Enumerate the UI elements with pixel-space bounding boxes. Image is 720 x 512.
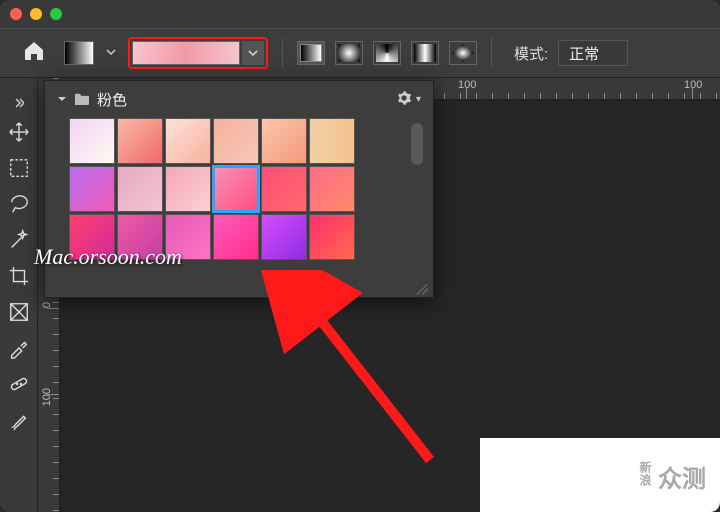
gradient-swatch[interactable] bbox=[213, 214, 259, 260]
tool-preset-preview[interactable] bbox=[64, 41, 94, 65]
minimize-window-button[interactable] bbox=[30, 8, 42, 20]
home-button[interactable] bbox=[14, 35, 54, 72]
gradient-swatch[interactable] bbox=[213, 118, 259, 164]
gradient-swatch[interactable] bbox=[261, 166, 307, 212]
folder-icon bbox=[73, 91, 91, 109]
healing-tool[interactable] bbox=[5, 370, 33, 398]
gradient-swatch[interactable] bbox=[117, 166, 163, 212]
panel-menu-button[interactable]: ▾ bbox=[396, 90, 421, 110]
crop-icon bbox=[8, 265, 30, 287]
gradient-picker-button[interactable] bbox=[128, 37, 268, 69]
window-traffic-lights bbox=[10, 8, 62, 20]
chevron-right-icon bbox=[14, 98, 24, 108]
close-window-button[interactable] bbox=[10, 8, 22, 20]
folder-collapse-toggle[interactable] bbox=[57, 91, 67, 108]
frame-tool[interactable] bbox=[5, 298, 33, 326]
gradient-swatch[interactable] bbox=[117, 118, 163, 164]
brush-tool[interactable] bbox=[5, 406, 33, 434]
frame-icon bbox=[8, 301, 30, 323]
crop-tool[interactable] bbox=[5, 262, 33, 290]
move-icon bbox=[8, 121, 30, 143]
gradient-type-diamond[interactable] bbox=[449, 41, 477, 65]
gradient-swatch[interactable] bbox=[69, 166, 115, 212]
ruler-mark: 100 bbox=[684, 79, 702, 91]
gradient-swatch[interactable] bbox=[261, 118, 307, 164]
watermark-logo: 新浪 众测 bbox=[637, 459, 706, 494]
move-tool[interactable] bbox=[5, 118, 33, 146]
gradient-swatch[interactable] bbox=[165, 166, 211, 212]
wand-tool[interactable] bbox=[5, 226, 33, 254]
gradient-type-reflected[interactable] bbox=[411, 41, 439, 65]
watermark-url: Mac.orsoon.com bbox=[34, 244, 182, 270]
panel-scrollbar[interactable] bbox=[411, 123, 423, 165]
gradient-swatch[interactable] bbox=[309, 118, 355, 164]
tool-preset-dropdown[interactable] bbox=[104, 44, 118, 62]
ruler-mark: 100 bbox=[458, 79, 476, 91]
gradient-swatch[interactable] bbox=[165, 118, 211, 164]
gradient-folder-header[interactable]: 粉色 bbox=[57, 89, 127, 110]
home-icon bbox=[22, 39, 46, 63]
marquee-icon bbox=[8, 157, 30, 179]
bandage-icon bbox=[8, 373, 30, 395]
chevron-down-icon bbox=[106, 47, 116, 57]
watermark-logo-big: 众测 bbox=[658, 459, 706, 494]
zoom-window-button[interactable] bbox=[50, 8, 62, 20]
chevron-down-icon bbox=[57, 94, 67, 104]
watermark-logo-small: 新浪 bbox=[637, 461, 654, 487]
dropdown-caret-icon: ▾ bbox=[416, 94, 421, 105]
separator bbox=[282, 38, 283, 68]
eyedropper-tool[interactable] bbox=[5, 334, 33, 362]
gradient-swatch[interactable] bbox=[213, 166, 259, 212]
expand-panels-button[interactable] bbox=[5, 96, 33, 110]
gradient-swatch[interactable] bbox=[261, 214, 307, 260]
brush-icon bbox=[8, 409, 30, 431]
separator bbox=[491, 38, 492, 68]
gradient-folder-name: 粉色 bbox=[97, 89, 127, 110]
gradient-type-radial[interactable] bbox=[335, 41, 363, 65]
gradient-type-linear[interactable] bbox=[297, 41, 325, 65]
gradient-swatch-grid bbox=[45, 118, 433, 260]
gradient-preview bbox=[132, 41, 240, 65]
gradient-swatch[interactable] bbox=[309, 214, 355, 260]
gradient-swatch[interactable] bbox=[309, 166, 355, 212]
titlebar bbox=[0, 0, 720, 28]
lasso-icon bbox=[8, 193, 30, 215]
panel-resize-handle[interactable] bbox=[415, 279, 429, 293]
gear-icon bbox=[396, 90, 412, 110]
gradient-type-angle[interactable] bbox=[373, 41, 401, 65]
blend-mode-value: 正常 bbox=[569, 43, 599, 64]
wand-icon bbox=[8, 229, 30, 251]
eyedropper-icon bbox=[8, 337, 30, 359]
gradient-picker-dropdown[interactable] bbox=[242, 41, 264, 65]
ruler-mark: 100 bbox=[41, 388, 53, 406]
gradient-swatch[interactable] bbox=[69, 118, 115, 164]
lasso-tool[interactable] bbox=[5, 190, 33, 218]
blend-mode-select[interactable]: 正常 bbox=[558, 40, 628, 66]
ruler-mark: 0 bbox=[41, 302, 53, 308]
chevron-down-icon bbox=[248, 48, 258, 58]
marquee-tool[interactable] bbox=[5, 154, 33, 182]
options-bar: 模式: 正常 bbox=[0, 28, 720, 78]
tool-rail bbox=[0, 78, 38, 512]
blend-mode-label: 模式: bbox=[514, 43, 548, 64]
